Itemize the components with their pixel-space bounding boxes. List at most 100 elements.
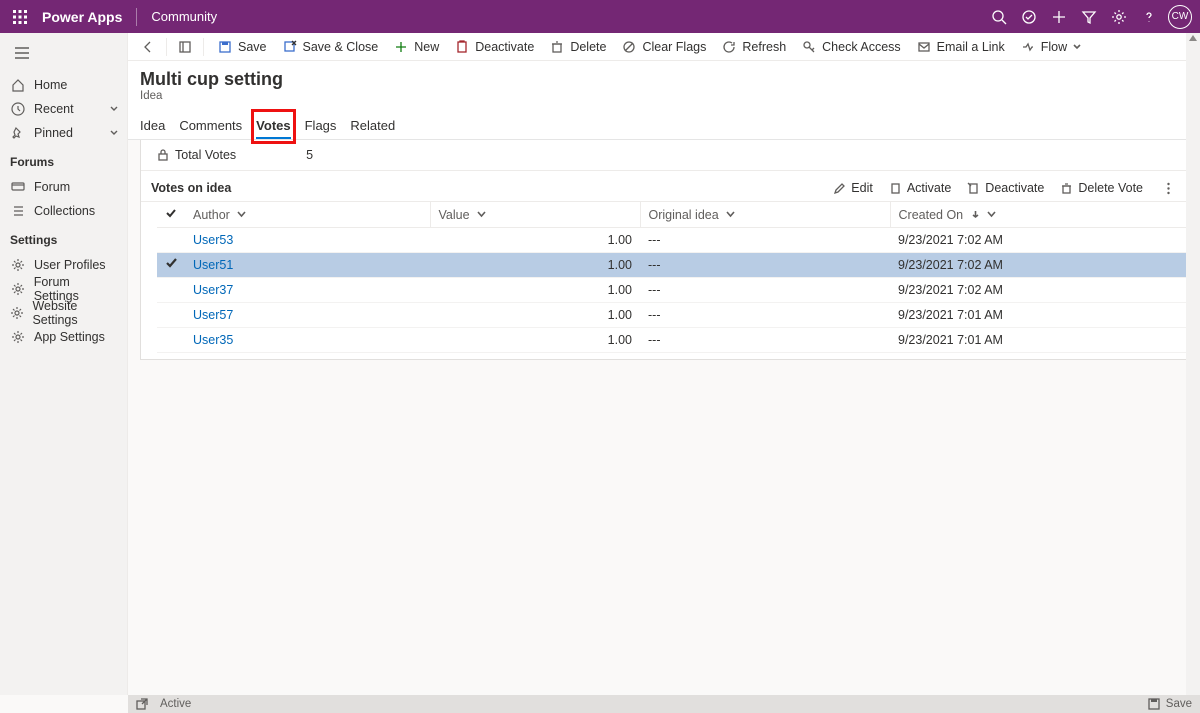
settings-icon[interactable]: [1104, 2, 1134, 32]
row-checkbox[interactable]: [157, 328, 185, 353]
total-votes-value: 5: [306, 148, 313, 162]
author-link[interactable]: User35: [193, 333, 233, 347]
command-bar: Save Save & Close New Deactivate Delete …: [128, 33, 1200, 61]
cmd-email-link[interactable]: Email a Link: [909, 35, 1013, 59]
col-value-header[interactable]: Value: [430, 202, 640, 228]
table-row[interactable]: User351.00---9/23/2021 7:01 AM: [157, 328, 1187, 353]
author-link[interactable]: User37: [193, 283, 233, 297]
status-save-label[interactable]: Save: [1166, 698, 1192, 710]
original-idea-cell: ---: [640, 253, 890, 278]
action-edit[interactable]: Edit: [833, 181, 873, 195]
original-idea-cell: ---: [640, 303, 890, 328]
nav-collections-label: Collections: [34, 204, 95, 218]
nav-user-profiles[interactable]: User Profiles: [0, 253, 127, 277]
cmd-new[interactable]: New: [386, 35, 447, 59]
cmd-clear-flags[interactable]: Clear Flags: [614, 35, 714, 59]
app-launcher-icon[interactable]: [8, 5, 32, 29]
vertical-scrollbar[interactable]: [1186, 33, 1200, 695]
cmd-flow[interactable]: Flow: [1013, 35, 1089, 59]
col-author-label: Author: [193, 208, 230, 222]
add-icon[interactable]: [1044, 2, 1074, 32]
panel-icon[interactable]: [173, 35, 197, 59]
scroll-up-icon[interactable]: [1186, 33, 1200, 43]
tab-votes[interactable]: Votes: [256, 114, 290, 139]
target-icon[interactable]: [1014, 2, 1044, 32]
action-delete-vote[interactable]: Delete Vote: [1060, 181, 1143, 195]
tab-related[interactable]: Related: [350, 114, 395, 139]
more-actions-icon[interactable]: [1159, 182, 1177, 195]
tab-comments[interactable]: Comments: [179, 114, 242, 139]
summary-row: Total Votes 5: [141, 140, 1187, 171]
entity-tabs: Idea Comments Votes Flags Related: [128, 114, 1200, 140]
row-checkbox[interactable]: [157, 278, 185, 303]
nav-app-settings[interactable]: App Settings: [0, 325, 127, 349]
document-icon: [889, 182, 902, 195]
nav-website-settings-label: Website Settings: [32, 299, 117, 327]
author-link[interactable]: User53: [193, 233, 233, 247]
created-on-cell: 9/23/2021 7:02 AM: [890, 228, 1187, 253]
nav-website-settings[interactable]: Website Settings: [0, 301, 127, 325]
col-created-on-label: Created On: [899, 208, 964, 222]
context-label: Community: [151, 9, 217, 24]
nav-pinned[interactable]: Pinned: [0, 121, 127, 145]
cmd-save-close[interactable]: Save & Close: [275, 35, 387, 59]
row-checkbox[interactable]: [157, 253, 185, 278]
action-edit-label: Edit: [851, 181, 873, 195]
col-select-all[interactable]: [157, 202, 185, 228]
tab-idea[interactable]: Idea: [140, 114, 165, 139]
back-button[interactable]: [136, 35, 160, 59]
nav-recent[interactable]: Recent: [0, 97, 127, 121]
table-row[interactable]: User531.00---9/23/2021 7:02 AM: [157, 228, 1187, 253]
cmd-email-link-label: Email a Link: [937, 40, 1005, 54]
pencil-icon: [833, 182, 846, 195]
chevron-down-icon: [987, 208, 996, 222]
cmd-save[interactable]: Save: [210, 35, 275, 59]
filter-icon[interactable]: [1074, 2, 1104, 32]
nav-pinned-label: Pinned: [34, 126, 73, 140]
cmd-deactivate-label: Deactivate: [475, 40, 534, 54]
nav-forum[interactable]: Forum: [0, 175, 127, 199]
popout-icon[interactable]: [136, 697, 150, 711]
refresh-icon: [722, 40, 736, 54]
tab-flags[interactable]: Flags: [305, 114, 337, 139]
action-activate[interactable]: Activate: [889, 181, 951, 195]
col-value-label: Value: [439, 208, 470, 222]
brand-label: Power Apps: [42, 9, 122, 25]
cmd-check-access[interactable]: Check Access: [794, 35, 909, 59]
value-cell: 1.00: [430, 328, 640, 353]
value-cell: 1.00: [430, 228, 640, 253]
chevron-down-icon: [477, 208, 486, 222]
row-checkbox[interactable]: [157, 303, 185, 328]
page-subtitle: Idea: [140, 90, 1188, 102]
col-original-idea-header[interactable]: Original idea: [640, 202, 890, 228]
table-row[interactable]: User511.00---9/23/2021 7:02 AM: [157, 253, 1187, 278]
clock-icon: [10, 101, 26, 117]
action-deactivate[interactable]: Deactivate: [967, 181, 1044, 195]
gear-icon: [10, 257, 26, 273]
chevron-down-icon: [109, 103, 119, 117]
nav-forum-settings[interactable]: Forum Settings: [0, 277, 127, 301]
row-checkbox[interactable]: [157, 228, 185, 253]
chevron-down-icon: [109, 127, 119, 141]
nav-home[interactable]: Home: [0, 73, 127, 97]
original-idea-cell: ---: [640, 278, 890, 303]
col-author-header[interactable]: Author: [185, 202, 430, 228]
user-avatar[interactable]: CW: [1168, 5, 1192, 29]
chevron-down-icon: [726, 208, 735, 222]
table-row[interactable]: User57 1.00---9/23/2021 7:01 AM: [157, 303, 1187, 328]
author-link[interactable]: User51: [193, 258, 233, 272]
cmd-flow-label: Flow: [1041, 40, 1067, 54]
deactivate-icon: [455, 40, 469, 54]
nav-collections[interactable]: Collections: [0, 199, 127, 223]
cmd-refresh[interactable]: Refresh: [714, 35, 794, 59]
value-cell: 1.00: [430, 303, 640, 328]
created-on-cell: 9/23/2021 7:01 AM: [890, 303, 1187, 328]
author-link[interactable]: User57: [193, 308, 233, 322]
search-icon[interactable]: [984, 2, 1014, 32]
hamburger-icon[interactable]: [10, 41, 34, 65]
table-row[interactable]: User371.00---9/23/2021 7:02 AM: [157, 278, 1187, 303]
cmd-delete[interactable]: Delete: [542, 35, 614, 59]
cmd-deactivate[interactable]: Deactivate: [447, 35, 542, 59]
help-icon[interactable]: [1134, 2, 1164, 32]
col-created-on-header[interactable]: Created On: [890, 202, 1187, 228]
